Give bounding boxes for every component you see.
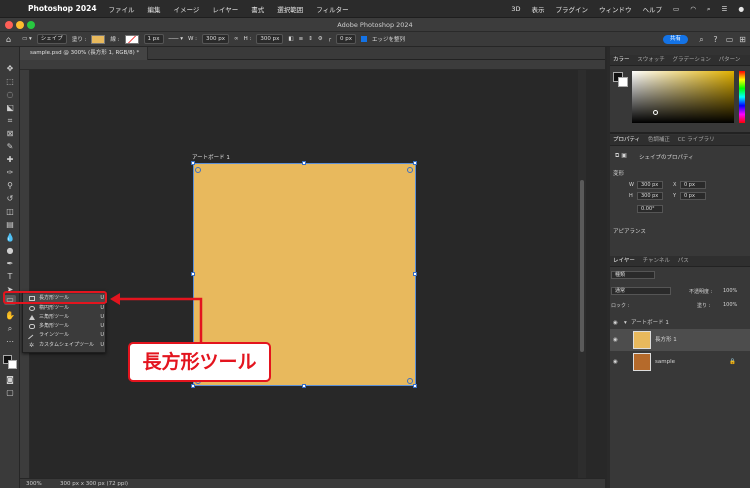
callout-label: 長方形ツール	[128, 342, 271, 382]
fill-value[interactable]: 100%	[723, 302, 737, 308]
document-info[interactable]: 300 px x 300 px (72 ppi)	[60, 479, 128, 488]
w-label: W	[629, 182, 634, 188]
color-panel-tabs: カラー スウォッチ グラデーション パターン	[607, 55, 750, 66]
color-panel	[607, 66, 750, 134]
h-label: H	[629, 193, 633, 199]
color-picker-ring[interactable]	[653, 110, 658, 115]
properties-x-field[interactable]: 0 px	[680, 181, 706, 189]
tab-cc-libraries[interactable]: CC ライブラリ	[678, 137, 715, 143]
chevron-down-icon[interactable]: ▾	[624, 317, 627, 329]
tab-adjustments[interactable]: 色調補正	[648, 137, 670, 143]
properties-angle-field[interactable]: 0.00°	[637, 205, 663, 213]
tab-gradients[interactable]: グラデーション	[673, 57, 711, 63]
lock-label: ロック :	[611, 303, 630, 309]
layer-filter-select[interactable]: 種類	[611, 271, 655, 279]
transform-section[interactable]: 変形	[613, 169, 624, 177]
x-label: X	[673, 182, 677, 188]
lock-icon[interactable]: 🔒	[729, 351, 736, 373]
layer-row-artboard[interactable]: ◉ ▾ アートボード 1	[607, 317, 750, 329]
tab-patterns[interactable]: パターン	[719, 57, 741, 63]
tab-channels[interactable]: チャンネル	[643, 258, 670, 264]
shape-properties-label: シェイプのプロパティ	[639, 155, 694, 161]
right-panels: カラー スウォッチ グラデーション パターン プロパティ 色調補正 CC ライブ…	[607, 47, 750, 488]
panel-dock-edge	[607, 47, 610, 488]
blend-mode-select[interactable]: 通常	[611, 287, 671, 295]
layer-name: 長方形 1	[655, 337, 677, 343]
fill-label: 塗り :	[697, 303, 711, 309]
tab-paths[interactable]: パス	[678, 258, 689, 264]
properties-panel: ⧉ ▣ シェイプのプロパティ 変形 W 300 px H 300 px X 0 …	[607, 146, 750, 266]
opacity-label: 不透明度 :	[689, 289, 713, 295]
tab-color[interactable]: カラー	[613, 57, 630, 63]
eye-icon[interactable]: ◉	[613, 351, 618, 373]
opacity-value[interactable]: 100%	[723, 288, 737, 294]
layer-row-rectangle[interactable]: ◉ 長方形 1	[607, 329, 750, 351]
shape-properties-icon: ⧉ ▣	[615, 152, 627, 159]
appearance-section[interactable]: アピアランス	[613, 227, 646, 235]
properties-width-field[interactable]: 300 px	[637, 181, 663, 189]
background-color-chip[interactable]	[618, 77, 628, 87]
properties-panel-tabs: プロパティ 色調補正 CC ライブラリ	[607, 135, 750, 146]
zoom-level[interactable]: 300%	[26, 479, 42, 488]
layer-row-sample[interactable]: ◉ sample 🔒	[607, 351, 750, 373]
eye-icon[interactable]: ◉	[613, 329, 618, 351]
hue-slider[interactable]	[739, 71, 745, 123]
layer-thumbnail	[633, 331, 651, 349]
layers-panel: 種類 通常 不透明度 : 100% ロック : 塗り : 100% ◉ ▾ アー…	[607, 267, 750, 488]
tab-layers[interactable]: レイヤー	[613, 258, 635, 264]
layer-name: アートボード 1	[631, 320, 669, 326]
eye-icon[interactable]: ◉	[613, 317, 618, 329]
y-label: Y	[673, 193, 677, 199]
layer-name: sample	[655, 359, 675, 365]
status-bar: 300% 300 px x 300 px (72 ppi)	[20, 478, 605, 488]
tab-properties[interactable]: プロパティ	[613, 137, 640, 143]
properties-y-field[interactable]: 0 px	[680, 192, 706, 200]
tab-swatches[interactable]: スウォッチ	[637, 57, 665, 63]
layers-panel-tabs: レイヤー チャンネル パス	[607, 256, 750, 267]
color-field[interactable]	[632, 71, 734, 123]
properties-height-field[interactable]: 300 px	[637, 192, 663, 200]
layer-thumbnail	[633, 353, 651, 371]
